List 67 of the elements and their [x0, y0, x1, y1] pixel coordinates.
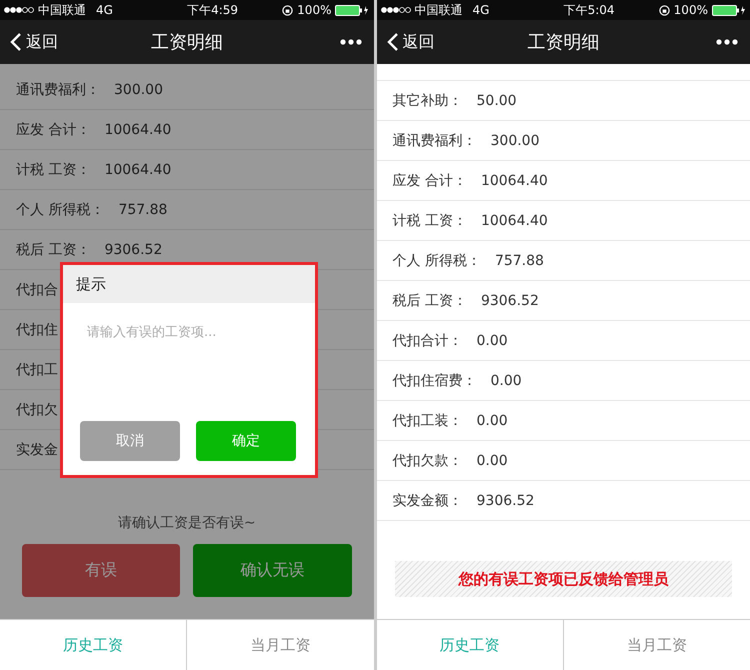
- item-label: 代扣工: [16, 360, 58, 378]
- item-label: 其它补助：: [392, 92, 462, 110]
- item-label: 通讯费福利：: [16, 80, 100, 98]
- item-value: 757.88: [118, 202, 168, 218]
- item-value: 0.00: [476, 412, 508, 428]
- clock-time: 下午4:59: [186, 2, 238, 18]
- item-value: 300.00: [490, 132, 540, 148]
- item-value: 10064.40: [104, 122, 172, 138]
- item-label: 税后 工资：: [16, 240, 90, 258]
- item-label: 个人 所得税：: [16, 200, 104, 218]
- item-value: 10064.40: [480, 172, 548, 188]
- carrier-name: 中国联通: [414, 2, 462, 18]
- item-label: 代扣合: [16, 280, 58, 298]
- battery-charging-icon: [712, 4, 746, 16]
- item-label: 个人 所得税：: [392, 252, 481, 270]
- item-label: 应发 合计：: [16, 120, 90, 138]
- clock-time: 下午5:04: [562, 2, 615, 18]
- chevron-left-icon[interactable]: [10, 32, 22, 52]
- item-value: 0.00: [476, 332, 508, 348]
- confirm-button[interactable]: 确认无误: [193, 544, 352, 597]
- item-label: 计税 工资：: [392, 212, 467, 230]
- item-label: 代扣欠: [16, 400, 58, 418]
- battery-charging-icon: [335, 4, 370, 16]
- ok-button[interactable]: 确定: [196, 421, 296, 461]
- item-label: 通讯费福利：: [392, 132, 476, 150]
- item-label: 实发金额：: [392, 492, 462, 510]
- item-value: 9306.52: [480, 292, 539, 308]
- page-title: 工资明细: [150, 31, 223, 54]
- confirm-prompt: 请确认工资是否有误~: [118, 514, 256, 532]
- item-value: 0.00: [490, 372, 522, 388]
- lock-rotation-icon: [658, 4, 670, 16]
- item-label: 代扣欠款：: [392, 452, 462, 470]
- network-type: 4G: [472, 3, 490, 17]
- item-label: 代扣住宿费：: [392, 372, 476, 390]
- item-value: 9306.52: [104, 242, 162, 258]
- battery-percent: 100%: [674, 3, 708, 17]
- item-label: 代扣住: [16, 320, 58, 338]
- item-value: 10064.40: [480, 212, 548, 228]
- item-label: 代扣合计：: [392, 332, 462, 350]
- item-label: 实发金: [16, 440, 58, 458]
- cancel-button[interactable]: 取消: [80, 421, 180, 461]
- chevron-left-icon[interactable]: [386, 32, 398, 52]
- item-value: 10064.40: [104, 162, 172, 178]
- back-button[interactable]: 返回: [0, 32, 68, 52]
- item-label: 税后 工资：: [392, 292, 467, 310]
- item-value: 50.00: [476, 92, 517, 108]
- signal-icon: [4, 7, 34, 13]
- item-label: 应发 合计：: [392, 172, 467, 190]
- feedback-notice: 您的有误工资项已反馈给管理员: [394, 561, 732, 597]
- dialog-title: 提示: [63, 265, 315, 303]
- signal-icon: [380, 7, 410, 13]
- item-value: 9306.52: [476, 492, 534, 508]
- page-title: 工资明细: [527, 31, 600, 54]
- carrier-name: 中国联通: [38, 2, 86, 18]
- input-field[interactable]: 请输入有误的工资项...: [87, 323, 291, 421]
- network-type: 4G: [96, 3, 113, 17]
- item-value: 300.00: [114, 82, 163, 98]
- battery-percent: 100%: [297, 3, 332, 17]
- back-button[interactable]: 返回: [376, 32, 444, 52]
- item-label: 代扣工装：: [392, 412, 462, 430]
- item-value: 0.00: [476, 452, 508, 468]
- more-icon[interactable]: [716, 39, 738, 45]
- item-label: 计税 工资：: [16, 160, 90, 178]
- item-value: 757.88: [494, 252, 544, 268]
- more-icon[interactable]: [340, 39, 362, 45]
- lock-rotation-icon: [282, 4, 294, 16]
- report-error-button[interactable]: 有误: [22, 544, 180, 597]
